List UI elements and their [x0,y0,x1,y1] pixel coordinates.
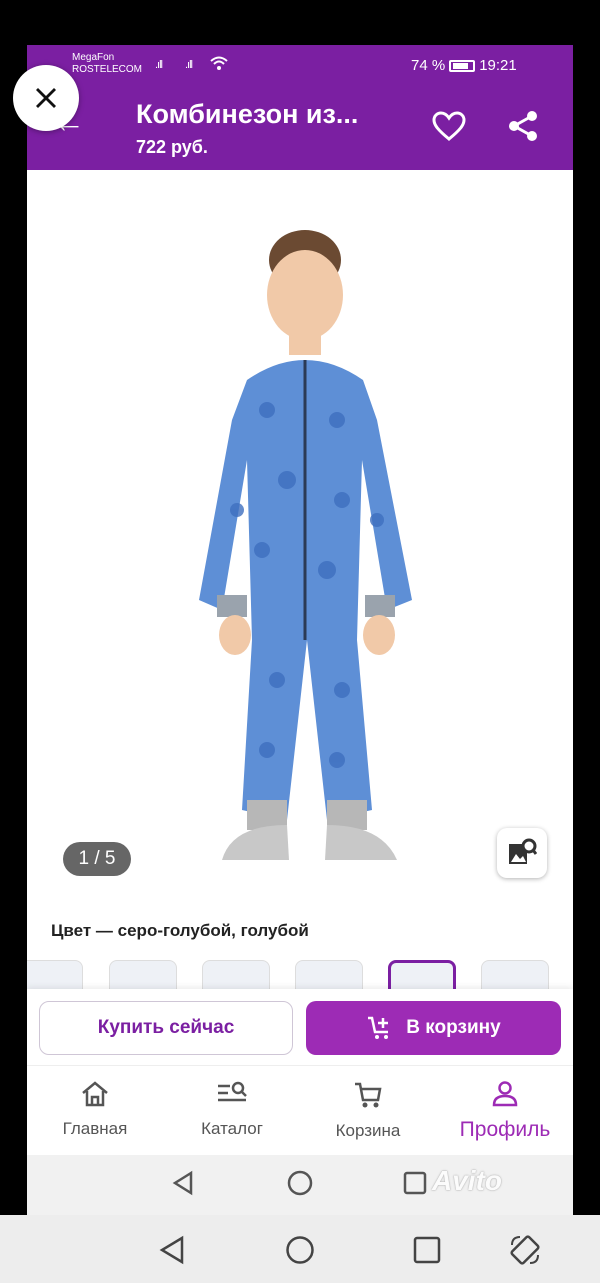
buy-now-button[interactable]: Купить сейчас [39,1001,293,1055]
nav-label-home: Главная [62,1119,128,1138]
color-thumbnail[interactable] [481,960,549,990]
image-counter: 1 / 5 [63,842,131,876]
carrier-2: ROSTELECOM [72,64,143,75]
color-label: Цвет — серо-голубой, голубой [51,921,309,940]
app-bar: ← Комбинезон из... 722 руб. [27,85,573,170]
back-triangle-icon[interactable] [171,1170,195,1196]
nav-item-cart[interactable]: Корзина [313,1080,423,1141]
close-icon [36,88,56,108]
battery-percent: 74 % [411,57,446,74]
add-to-cart-button[interactable]: В корзину [306,1001,561,1055]
nav-item-home[interactable]: Главная [40,1080,150,1139]
app-screen: MegaFon ROSTELECOM .ıll .ıll 74 % 19:21 … [27,45,573,1215]
signal-icon: .ıll [185,59,193,71]
color-thumbnail[interactable] [295,960,363,990]
signal-icon: .ıll [155,59,163,71]
catalog-search-icon [218,1081,247,1102]
share-icon[interactable] [506,109,540,143]
purchase-actions: Купить сейчас В корзину [27,989,573,1065]
color-thumbnail[interactable] [109,960,177,990]
close-button[interactable] [13,65,79,131]
outer-system-nav [0,1215,600,1283]
color-thumbnails [27,960,573,990]
product-photo[interactable] [177,220,437,860]
home-circle-icon[interactable] [285,1235,315,1265]
nav-label-cart: Корзина [335,1121,401,1140]
color-thumbnail[interactable] [202,960,270,990]
heart-icon[interactable] [432,111,466,143]
color-thumbnail-selected[interactable] [388,960,456,990]
status-bar: MegaFon ROSTELECOM .ıll .ıll 74 % 19:21 [27,45,573,85]
back-triangle-icon[interactable] [158,1235,186,1265]
nav-label-profile: Профиль [459,1118,551,1141]
rotate-screen-icon[interactable] [508,1233,542,1267]
wifi-icon [210,56,228,70]
bottom-nav: Главная Каталог Корзина Профиль [27,1065,573,1155]
add-to-cart-label: В корзину [406,1017,501,1038]
profile-icon [492,1081,518,1107]
product-gallery[interactable]: 1 / 5 [27,170,573,890]
recents-square-icon[interactable] [413,1236,441,1264]
home-icon [82,1081,108,1107]
clock: 19:21 [479,57,517,74]
battery-icon [449,59,476,72]
nav-item-profile[interactable]: Профиль [450,1080,560,1142]
page-title: Комбинезон из... [136,99,359,129]
carrier-names: MegaFon ROSTELECOM [72,52,142,76]
cart-plus-icon [368,1016,389,1039]
home-circle-icon[interactable] [287,1170,313,1196]
photo-search-button[interactable] [497,828,547,878]
carrier-1: MegaFon [72,52,115,63]
price: 722 руб. [136,137,208,157]
image-search-icon [509,838,537,864]
recents-square-icon[interactable] [403,1171,427,1195]
inner-system-nav: Avito [27,1155,573,1215]
cart-icon [355,1082,382,1108]
nav-item-catalog[interactable]: Каталог [177,1080,287,1139]
nav-label-catalog: Каталог [201,1119,263,1138]
color-thumbnail[interactable] [27,960,83,990]
avito-watermark: Avito [432,1165,502,1196]
status-right: 74 % 19:21 [411,57,517,74]
